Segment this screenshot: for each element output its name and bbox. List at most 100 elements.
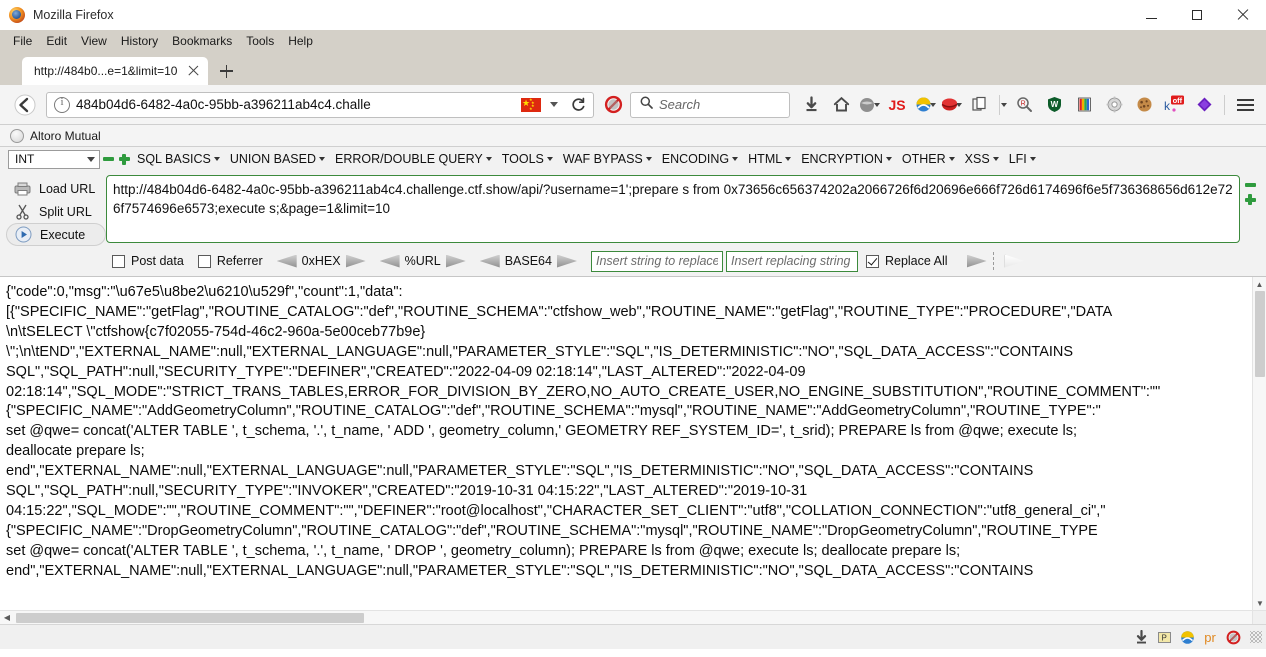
replace-all-checkbox[interactable]: [865, 254, 879, 268]
replace-with-input[interactable]: Insert replacing string: [725, 250, 858, 272]
new-tab-button[interactable]: [212, 57, 240, 85]
hackbar-menu-other[interactable]: OTHER: [897, 152, 960, 166]
scrollbar-corner: [1252, 610, 1266, 624]
toolbar-divider: [999, 94, 1000, 115]
search-bar[interactable]: Search: [630, 91, 790, 118]
hex-decode-arrow-icon[interactable]: [276, 254, 297, 268]
add-tab-button[interactable]: [116, 149, 132, 169]
bookmark-altoro-mutual[interactable]: Altoro Mutual: [10, 128, 101, 143]
hackbar-menu-encoding[interactable]: ENCODING: [657, 152, 743, 166]
hex-encode-arrow-icon[interactable]: [345, 254, 366, 268]
execute-button[interactable]: Execute: [6, 223, 106, 246]
search-input[interactable]: Search: [659, 97, 700, 112]
tab-active[interactable]: http://484b0...e=1&limit=10: [22, 57, 209, 85]
url-encode-arrow-icon[interactable]: [445, 254, 466, 268]
maximize-button[interactable]: [1174, 0, 1220, 30]
vertical-scroll-thumb[interactable]: [1255, 291, 1265, 377]
javascript-toggle-icon[interactable]: JS: [882, 90, 912, 120]
url-encode-group: %URL: [379, 254, 466, 268]
wappalyzer-icon[interactable]: [912, 90, 934, 120]
hamburger-menu-icon[interactable]: [1230, 90, 1260, 120]
proxy-status-icon[interactable]: P: [1154, 627, 1174, 647]
hackbar-icon[interactable]: [938, 90, 960, 120]
replace-apply-arrow-icon[interactable]: [966, 254, 987, 268]
hackbar-menu-union-based[interactable]: UNION BASED: [225, 152, 330, 166]
hackbar-side-buttons: [1240, 175, 1260, 246]
chevron-down-icon: [732, 157, 739, 161]
replace-with-placeholder: Insert replacing string: [730, 254, 851, 268]
privacy-status-icon[interactable]: pr: [1200, 627, 1220, 647]
menu-help[interactable]: Help: [281, 33, 320, 49]
hackbar-menu-encryption[interactable]: ENCRYPTION: [796, 152, 897, 166]
referrer-checkbox[interactable]: [197, 254, 211, 268]
resize-grip[interactable]: [1250, 631, 1262, 643]
noscript-status-icon[interactable]: [1223, 627, 1243, 647]
minimize-button[interactable]: [1128, 0, 1174, 30]
menu-view[interactable]: View: [74, 33, 114, 49]
menu-file[interactable]: File: [6, 33, 39, 49]
post-data-checkbox[interactable]: [112, 254, 125, 268]
menu-history[interactable]: History: [114, 33, 165, 49]
svg-text:R: R: [1020, 101, 1025, 108]
add-row-button[interactable]: [1244, 194, 1256, 205]
settings-gear-icon[interactable]: [1099, 90, 1129, 120]
foxyproxy-icon[interactable]: [856, 90, 878, 120]
hackbar-menu-lfi[interactable]: LFI: [1004, 152, 1041, 166]
reload-icon[interactable]: [565, 92, 591, 118]
site-info-icon[interactable]: [54, 96, 70, 113]
bookmarks-bar: Altoro Mutual: [0, 125, 1266, 147]
diamond-extension-icon[interactable]: [1189, 90, 1219, 120]
scroll-up-icon[interactable]: ▲: [1253, 277, 1266, 291]
split-url-button[interactable]: Split URL: [6, 200, 106, 223]
remove-row-button[interactable]: [1244, 183, 1256, 187]
menu-bookmarks[interactable]: Bookmarks: [165, 33, 239, 49]
home-icon[interactable]: [826, 90, 856, 120]
hackbar-menu-tools[interactable]: TOOLS: [497, 152, 558, 166]
replace-search-input[interactable]: Insert string to replace: [590, 250, 723, 272]
horizontal-scrollbar[interactable]: ◀: [0, 610, 1252, 624]
address-bar[interactable]: 484b04d6-6482-4a0c-95bb-a396211ab4c4.cha…: [46, 91, 594, 118]
back-icon[interactable]: [10, 90, 40, 120]
base64-encode-arrow-icon[interactable]: [556, 254, 577, 268]
download-arrow-icon[interactable]: [1131, 627, 1151, 647]
wappalyzer-status-icon[interactable]: [1177, 627, 1197, 647]
menu-edit[interactable]: Edit: [39, 33, 74, 49]
menu-tools[interactable]: Tools: [239, 33, 281, 49]
hackbar-menu-sql-basics[interactable]: SQL BASICS: [132, 152, 225, 166]
hackbar-menu-waf-bypass[interactable]: WAF BYPASS: [558, 152, 657, 166]
user-agent-off-icon[interactable]: k off: [1159, 90, 1189, 120]
menu-label: WAF BYPASS: [562, 152, 643, 166]
window-title: Mozilla Firefox: [33, 8, 114, 22]
close-button[interactable]: [1220, 0, 1266, 30]
menu-label: XSS: [964, 152, 990, 166]
scroll-down-icon[interactable]: ▼: [1253, 596, 1266, 610]
window-titlebar: Mozilla Firefox: [0, 0, 1266, 30]
url-decode-arrow-icon[interactable]: [379, 254, 400, 268]
wayback-shield-icon[interactable]: W: [1039, 90, 1069, 120]
copy-page-icon[interactable]: [964, 90, 994, 120]
chevron-down-icon[interactable]: [1001, 102, 1007, 107]
base64-group: BASE64: [479, 254, 577, 268]
noscript-icon[interactable]: [600, 92, 626, 118]
injection-type-value: INT: [15, 152, 35, 166]
remove-tab-button[interactable]: [100, 149, 116, 169]
hackbar-menu-xss[interactable]: XSS: [960, 152, 1004, 166]
hackbar-url-input[interactable]: http://484b04d6-6482-4a0c-95bb-a396211ab…: [106, 175, 1240, 243]
chevron-down-icon[interactable]: [550, 102, 558, 107]
replace-undo-arrow-icon[interactable]: [1004, 254, 1025, 268]
hackbar-menu-error-double-query[interactable]: ERROR/DOUBLE QUERY: [330, 152, 497, 166]
injection-type-select[interactable]: INT: [8, 149, 100, 169]
vertical-scrollbar[interactable]: ▲ ▼: [1252, 277, 1266, 610]
close-icon[interactable]: [187, 64, 201, 78]
colorpicker-icon[interactable]: [1069, 90, 1099, 120]
cookie-manager-icon[interactable]: [1129, 90, 1159, 120]
china-flag-icon[interactable]: ★ ★ ★ ★ ★: [521, 97, 541, 112]
downloads-icon[interactable]: [796, 90, 826, 120]
scroll-left-icon[interactable]: ◀: [0, 613, 14, 622]
hex-label: 0xHEX: [301, 254, 341, 268]
base64-decode-arrow-icon[interactable]: [479, 254, 500, 268]
search-image-icon[interactable]: R: [1009, 90, 1039, 120]
load-url-button[interactable]: Load URL: [6, 177, 106, 200]
horizontal-scroll-thumb[interactable]: [16, 612, 364, 623]
hackbar-menu-html[interactable]: HTML: [743, 152, 796, 166]
